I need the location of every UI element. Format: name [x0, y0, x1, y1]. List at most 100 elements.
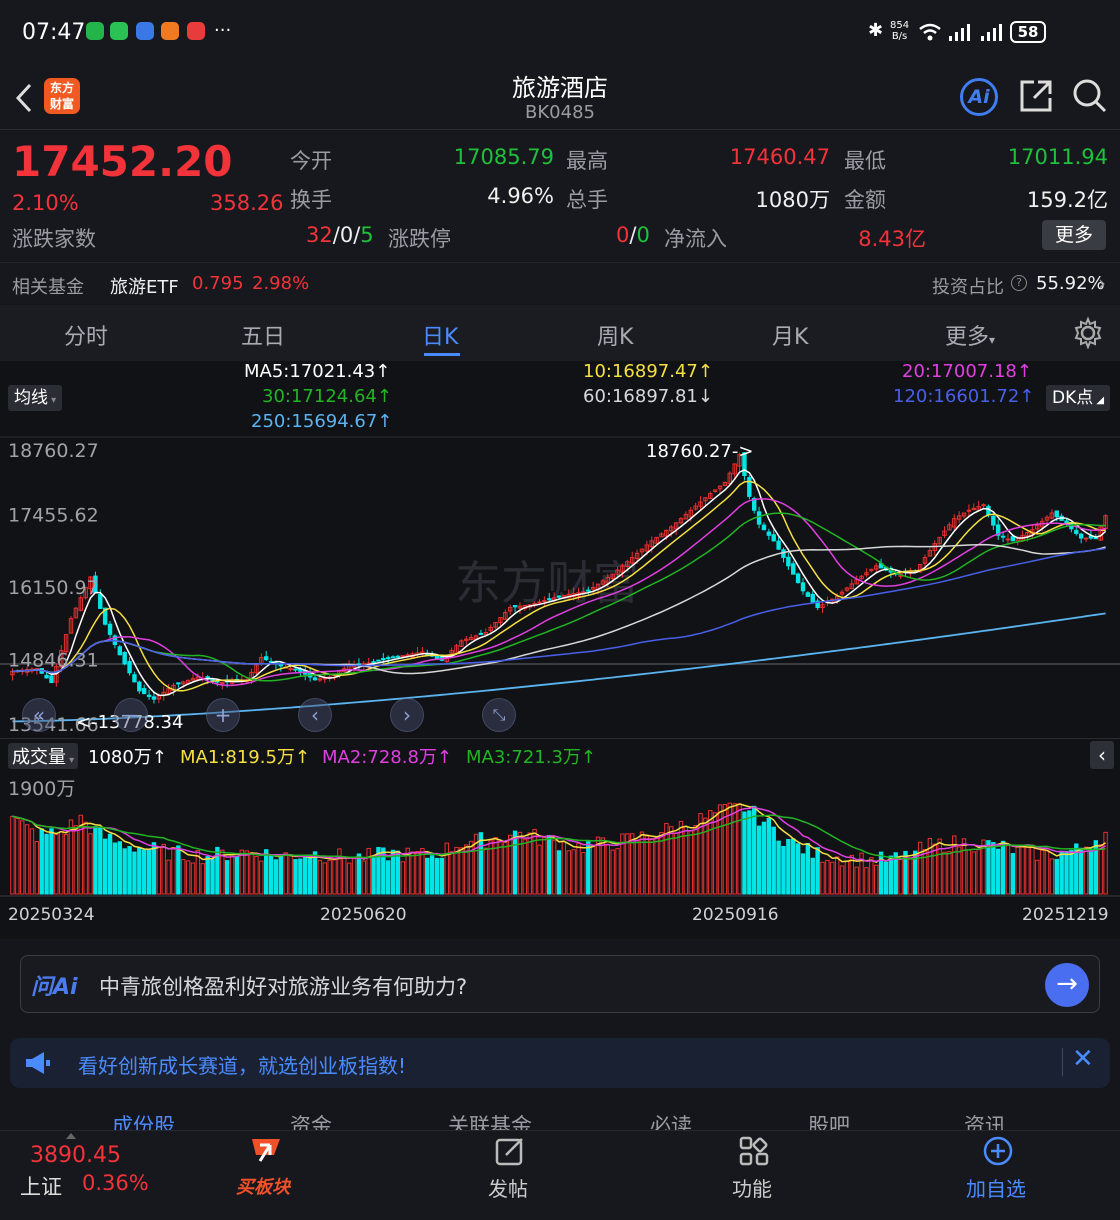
more-button[interactable]: 更多 — [1042, 220, 1106, 250]
volume-indicator-button[interactable]: 成交量 ▾ — [8, 743, 79, 769]
nav-post[interactable]: 发帖 — [488, 1173, 528, 1202]
updown-counts: 32/0/5 — [306, 223, 374, 247]
candle — [781, 549, 786, 558]
volume-bar — [1059, 850, 1064, 895]
index-value[interactable]: 3890.45 — [30, 1143, 121, 1168]
candle — [220, 682, 225, 685]
ai-question-text[interactable]: 中青旅创格盈利好对旅游业务有何助力? — [99, 971, 467, 1001]
candle — [1078, 533, 1084, 539]
candle — [586, 589, 591, 592]
volume-bar — [146, 849, 152, 895]
volume-bar — [947, 851, 952, 895]
open-value: 17085.79 — [453, 145, 554, 169]
subtab-constituents[interactable]: 成份股 — [112, 1110, 175, 1132]
nav-add-watchlist[interactable]: 加自选 — [966, 1173, 1026, 1202]
share-icon[interactable] — [1018, 78, 1054, 114]
candle — [795, 573, 801, 583]
volume-bar — [693, 825, 698, 895]
candle — [263, 656, 269, 661]
nav-buy-sector[interactable]: 买板块 — [236, 1173, 290, 1199]
volume-bar — [556, 850, 562, 895]
ai-question-bar[interactable]: 问Ai 中青旅创格盈利好对旅游业务有何助力? → — [20, 955, 1100, 1013]
fund-name[interactable]: 旅游ETF — [110, 273, 179, 299]
tab-weekly-k[interactable]: 周K — [597, 319, 633, 351]
ai-logo: 问Ai — [31, 975, 78, 1000]
tab-more[interactable]: 更多▾ — [945, 319, 995, 351]
expand-up-icon[interactable] — [66, 1133, 76, 1139]
ma-toggle-button[interactable]: 均线 ▾ — [8, 385, 63, 411]
volume-bar — [356, 853, 362, 895]
wechat-icon — [110, 22, 128, 40]
scroll-left-icon[interactable]: ‹ — [298, 698, 332, 732]
candle — [581, 591, 586, 594]
tab-five-day[interactable]: 五日 — [241, 319, 285, 351]
kline-chart-area[interactable]: 均线 ▾ MA5:17021.43↑ 10:16897.47↑ 20:17007… — [0, 361, 1120, 939]
subtab-must-read[interactable]: 必读 — [650, 1110, 692, 1132]
vol-ma1-label: MA1:819.5万↑ — [180, 747, 310, 768]
volume-bar — [1054, 858, 1059, 895]
settings-gear-icon[interactable] — [1072, 317, 1104, 349]
volume-bar — [542, 836, 547, 895]
zoom-in-icon[interactable]: + — [206, 698, 240, 732]
x-tick-label: 20250620 — [320, 905, 407, 925]
netflow-value: 8.43亿 — [858, 227, 926, 251]
subtab-forum[interactable]: 股吧 — [808, 1110, 850, 1132]
ai-assistant-icon[interactable]: Ai — [960, 78, 998, 116]
scroll-left-fast-icon[interactable]: « — [22, 698, 56, 732]
volume-bar — [268, 854, 274, 895]
volume-bar — [844, 860, 850, 895]
volume-bar — [830, 861, 835, 895]
search-icon[interactable] — [1072, 78, 1108, 114]
volume-bar — [639, 831, 645, 895]
subtab-related-funds[interactable]: 关联基金 — [448, 1110, 532, 1132]
banner-text[interactable]: 看好创新成长赛道，就选创业板指数! — [78, 1050, 406, 1079]
ma60-label: 60:16897.81↓ — [583, 386, 713, 407]
x-tick-label: 20250916 — [692, 905, 779, 925]
volume-bar — [346, 862, 352, 895]
ask-arrow-button[interactable]: → — [1045, 963, 1089, 1007]
volume-bar — [263, 849, 269, 895]
candle — [512, 605, 518, 608]
candle — [786, 556, 791, 567]
zoom-out-icon[interactable]: − — [114, 698, 148, 732]
tab-monthly-k[interactable]: 月K — [772, 319, 808, 351]
close-icon[interactable]: ✕ — [1072, 1044, 1094, 1074]
volume-bar — [1049, 858, 1055, 895]
index-name[interactable]: 上证 — [20, 1171, 62, 1201]
volume-bar — [1015, 844, 1020, 895]
nav-functions[interactable]: 功能 — [732, 1173, 772, 1202]
volume-bar — [576, 842, 581, 895]
subtab-funds[interactable]: 资金 — [290, 1110, 332, 1132]
volume-bar — [586, 841, 591, 895]
app-icon-blue — [136, 22, 154, 40]
scroll-right-icon[interactable]: › — [390, 698, 424, 732]
volume-bar — [512, 830, 518, 895]
clock: 07:47 — [22, 20, 86, 45]
ad-banner[interactable]: 看好创新成长赛道，就选创业板指数! ✕ — [10, 1038, 1110, 1088]
fullscreen-icon[interactable]: ⤡ — [482, 698, 516, 732]
ma5-label: MA5:17021.43↑ — [244, 361, 391, 382]
candlestick-chart[interactable]: 东方财富 18760.2717455.6216150.9714846.31135… — [0, 431, 1120, 741]
volume-bar — [395, 850, 401, 895]
volume-bar — [420, 848, 425, 895]
related-fund-row[interactable]: 相关基金 旅游ETF 0.795 2.98% 投资占比 ? 55.92% › — [0, 262, 1120, 304]
subtab-news[interactable]: 资讯 — [964, 1110, 1006, 1132]
page-title: 旅游酒店 — [512, 74, 608, 102]
volume-bar — [83, 821, 88, 895]
collapse-panel-icon[interactable]: ‹ — [1090, 741, 1114, 769]
volume-bar — [132, 851, 137, 895]
dk-points-button[interactable]: DK点 ◢ — [1046, 385, 1111, 411]
more-notifications-icon: ··· — [214, 20, 232, 41]
volume-bar — [1098, 844, 1103, 895]
post-edit-icon — [495, 1138, 523, 1166]
tab-daily-k[interactable]: 日K — [422, 319, 458, 351]
change-percent: 2.10% — [12, 191, 79, 215]
help-icon[interactable]: ? — [1011, 275, 1027, 291]
app-icon-green — [86, 22, 104, 40]
volume-value: 1080万 — [755, 188, 830, 212]
tab-intraday[interactable]: 分时 — [64, 319, 108, 351]
volume-chart[interactable]: 1900万 20250324 20250620 20250916 20251219 — [0, 770, 1120, 939]
volume-bar — [654, 836, 659, 895]
candle — [776, 540, 781, 550]
bluetooth-icon: ✱ — [868, 20, 884, 41]
